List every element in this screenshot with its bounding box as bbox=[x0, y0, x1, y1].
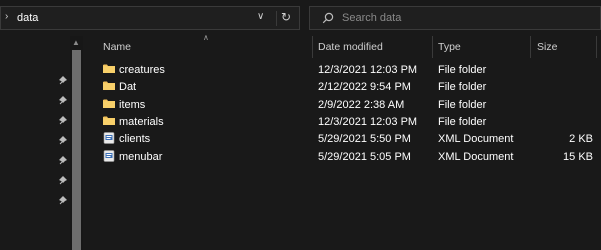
file-type: File folder bbox=[438, 81, 487, 94]
sort-ascending-icon: ∧ bbox=[203, 33, 209, 42]
file-row[interactable]: creatures 12/3/2021 12:03 PM File folder bbox=[83, 62, 601, 79]
pin-icon[interactable] bbox=[58, 196, 68, 206]
column-name[interactable]: Name bbox=[103, 41, 131, 53]
pin-icon[interactable] bbox=[58, 116, 68, 126]
xml-file-icon bbox=[103, 149, 115, 165]
column-divider[interactable] bbox=[530, 36, 531, 58]
file-name[interactable]: Dat bbox=[119, 81, 136, 93]
folder-icon bbox=[103, 63, 115, 77]
file-type: File folder bbox=[438, 98, 487, 111]
column-divider[interactable] bbox=[312, 36, 313, 58]
file-row[interactable]: items 2/9/2022 2:38 AM File folder bbox=[83, 97, 601, 114]
file-type: XML Document bbox=[438, 133, 514, 146]
file-date-modified: 2/12/2022 9:54 PM bbox=[318, 81, 411, 94]
file-name[interactable]: clients bbox=[119, 133, 150, 145]
nav-scrollbar[interactable]: ▲ bbox=[70, 36, 83, 250]
pin-icon[interactable] bbox=[58, 156, 68, 166]
address-bar[interactable]: › data ∨ ↻ bbox=[0, 6, 300, 30]
folder-icon bbox=[103, 80, 115, 94]
file-size: 15 KB bbox=[563, 150, 593, 163]
top-bar: › data ∨ ↻ bbox=[0, 0, 601, 36]
file-size: 2 KB bbox=[569, 133, 593, 146]
xml-file-icon bbox=[103, 132, 115, 147]
file-date-modified: 5/29/2021 5:05 PM bbox=[318, 150, 411, 163]
file-type: File folder bbox=[438, 64, 487, 76]
file-name[interactable]: menubar bbox=[119, 151, 162, 163]
file-type: File folder bbox=[438, 115, 487, 128]
file-date-modified: 2/9/2022 2:38 AM bbox=[318, 98, 405, 111]
file-name[interactable]: creatures bbox=[119, 64, 165, 76]
chevron-down-icon[interactable]: ∨ bbox=[257, 11, 264, 22]
column-header: ∧ Name Date modified Type Size bbox=[83, 33, 601, 58]
breadcrumb-data[interactable]: data bbox=[17, 12, 38, 24]
scroll-up-icon[interactable]: ▲ bbox=[72, 38, 80, 47]
file-type: XML Document bbox=[438, 150, 514, 163]
file-row[interactable]: menubar 5/29/2021 5:05 PM XML Document 15 K… bbox=[83, 149, 601, 166]
search-box[interactable] bbox=[309, 6, 601, 30]
pin-icon[interactable] bbox=[58, 136, 68, 146]
file-name[interactable]: items bbox=[119, 99, 145, 111]
file-row[interactable]: clients 5/29/2021 5:50 PM XML Document 2 KB bbox=[83, 131, 601, 148]
pin-icon[interactable] bbox=[58, 176, 68, 186]
column-size[interactable]: Size bbox=[537, 41, 557, 53]
folder-icon bbox=[103, 115, 115, 129]
file-row[interactable]: materials 12/3/2021 12:03 PM File folder bbox=[83, 114, 601, 131]
column-divider[interactable] bbox=[596, 36, 597, 58]
column-type[interactable]: Type bbox=[438, 41, 461, 53]
file-date-modified: 5/29/2021 5:50 PM bbox=[318, 133, 411, 146]
search-icon bbox=[322, 12, 334, 24]
chevron-right-icon[interactable]: › bbox=[5, 11, 8, 22]
file-date-modified: 12/3/2021 12:03 PM bbox=[318, 64, 418, 76]
file-name[interactable]: materials bbox=[119, 116, 164, 128]
scrollbar-thumb[interactable] bbox=[72, 50, 81, 250]
navigation-pane bbox=[0, 36, 70, 250]
pin-icon[interactable] bbox=[58, 96, 68, 106]
column-divider[interactable] bbox=[432, 36, 433, 58]
column-date-modified[interactable]: Date modified bbox=[318, 41, 383, 53]
address-divider bbox=[276, 11, 277, 26]
refresh-icon[interactable]: ↻ bbox=[281, 10, 291, 24]
pin-icon[interactable] bbox=[58, 76, 68, 86]
search-input[interactable] bbox=[342, 10, 592, 26]
file-date-modified: 12/3/2021 12:03 PM bbox=[318, 115, 418, 128]
file-row[interactable]: Dat 2/12/2022 9:54 PM File folder bbox=[83, 79, 601, 96]
folder-icon bbox=[103, 98, 115, 112]
